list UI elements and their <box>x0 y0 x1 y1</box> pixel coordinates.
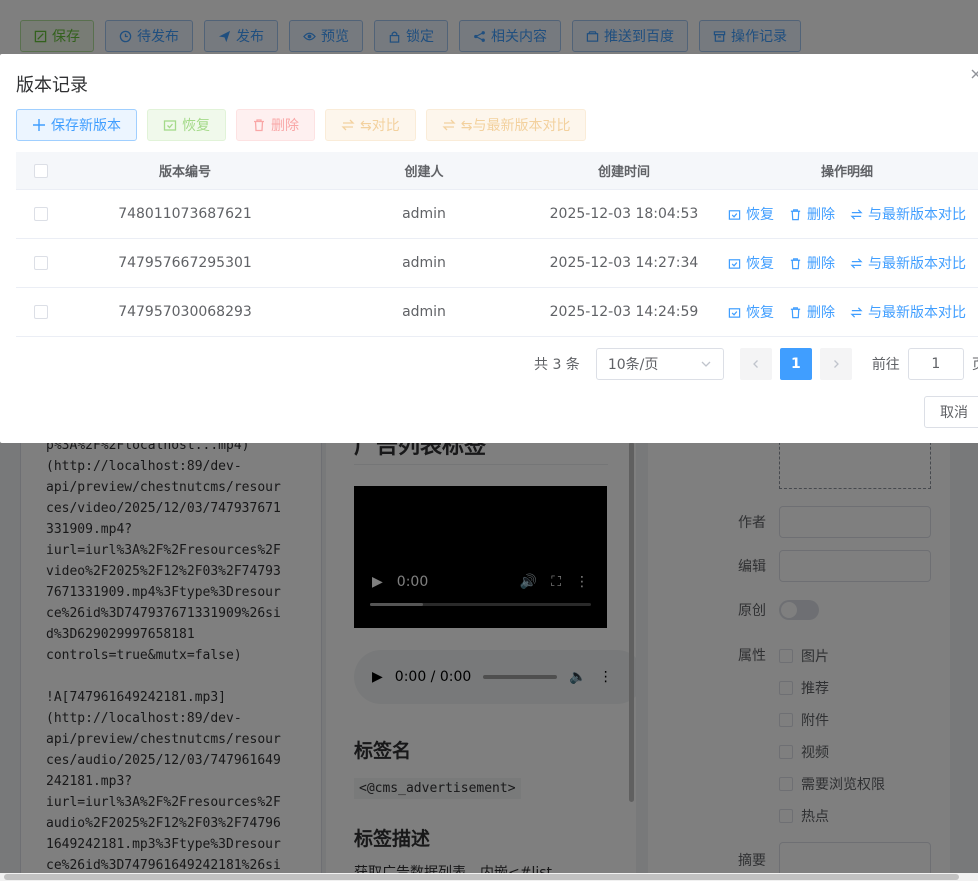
swap-icon <box>442 119 456 131</box>
row-id: 747957667295301 <box>118 255 252 271</box>
row-restore-link[interactable]: 恢复 <box>728 253 774 273</box>
compare-latest-label: ⇆与最新版本对比 <box>460 118 571 134</box>
select-all-checkbox[interactable] <box>34 163 48 178</box>
table-row[interactable]: 748011073687621 admin 2025-12-03 18:04:5… <box>16 190 978 239</box>
table-row[interactable]: 747957667295301 admin 2025-12-03 14:27:3… <box>16 239 978 288</box>
row-checkbox[interactable] <box>34 207 48 221</box>
prev-page-button[interactable] <box>739 348 772 380</box>
plus-icon <box>33 119 45 131</box>
swap-icon <box>850 257 863 269</box>
delete-label: 删除 <box>271 118 299 134</box>
row-time: 2025-12-03 18:04:53 <box>549 206 699 222</box>
row-creator: admin <box>402 304 446 320</box>
row-time: 2025-12-03 14:24:59 <box>549 304 699 320</box>
delete-button[interactable]: 删除 <box>236 109 315 141</box>
version-dialog: 版本记录 保存新版本 恢复 删除 ⇆对比 ⇆与最新版本对比 版本编号 创建人 创… <box>0 54 978 443</box>
row-creator: admin <box>402 206 446 222</box>
save-new-version-label: 保存新版本 <box>51 118 121 134</box>
row-compare-latest-link[interactable]: 与最新版本对比 <box>850 253 966 273</box>
table-header: 版本编号 创建人 创建时间 操作明细 <box>16 152 978 190</box>
restore-icon <box>728 307 741 318</box>
save-new-version-button[interactable]: 保存新版本 <box>16 109 137 141</box>
trash-icon <box>790 257 801 269</box>
row-time: 2025-12-03 14:27:34 <box>549 255 699 271</box>
page-size-select[interactable]: 10条/页 <box>595 348 724 380</box>
trash-icon <box>790 208 801 220</box>
restore-icon <box>728 209 741 220</box>
goto-input[interactable]: 1 <box>907 348 964 380</box>
pager-total: 共 3 条 <box>534 357 580 373</box>
swap-icon <box>850 306 863 318</box>
swap-icon <box>341 119 355 131</box>
row-compare-latest-link[interactable]: 与最新版本对比 <box>850 204 966 224</box>
pagination: 共 3 条 10条/页 1 前往 1 页 <box>534 348 978 380</box>
row-checkbox[interactable] <box>34 256 48 270</box>
row-compare-latest-link[interactable]: 与最新版本对比 <box>850 302 966 322</box>
dialog-title: 版本记录 <box>16 75 88 96</box>
compare-label: ⇆对比 <box>360 118 400 134</box>
col-header-id: 版本编号 <box>158 165 211 180</box>
version-table: 版本编号 创建人 创建时间 操作明细 748011073687621 admin… <box>16 152 978 337</box>
row-restore-link[interactable]: 恢复 <box>728 204 774 224</box>
trash-icon <box>254 119 264 132</box>
cancel-button[interactable]: 取消 <box>924 396 978 428</box>
chevron-down-icon <box>701 361 711 367</box>
trash-icon <box>790 306 801 318</box>
col-header-creator: 创建人 <box>404 165 444 180</box>
page-number-current[interactable]: 1 <box>779 348 812 380</box>
row-id: 748011073687621 <box>118 206 252 222</box>
row-creator: admin <box>402 255 446 271</box>
row-id: 747957030068293 <box>118 304 252 320</box>
compare-button[interactable]: ⇆对比 <box>325 109 416 141</box>
row-delete-link[interactable]: 删除 <box>789 302 835 322</box>
table-row[interactable]: 747957030068293 admin 2025-12-03 14:24:5… <box>16 288 978 337</box>
restore-button[interactable]: 恢复 <box>147 109 226 141</box>
dialog-actions: 保存新版本 恢复 删除 ⇆对比 ⇆与最新版本对比 <box>16 109 587 141</box>
row-delete-link[interactable]: 删除 <box>789 204 835 224</box>
next-page-button[interactable] <box>819 348 852 380</box>
page-jump: 前往 1 页 <box>872 348 978 380</box>
horizontal-scrollbar[interactable] <box>0 873 978 881</box>
restore-icon <box>163 120 177 131</box>
goto-label: 前往 <box>871 357 900 373</box>
row-checkbox[interactable] <box>34 305 48 319</box>
row-restore-link[interactable]: 恢复 <box>728 302 774 322</box>
close-icon[interactable] <box>968 66 978 82</box>
page-size-value: 10条/页 <box>607 357 659 373</box>
col-header-ops: 操作明细 <box>820 165 873 180</box>
restore-icon <box>728 258 741 269</box>
col-header-time: 创建时间 <box>597 165 650 180</box>
row-delete-link[interactable]: 删除 <box>789 253 835 273</box>
swap-icon <box>850 208 863 220</box>
compare-latest-button[interactable]: ⇆与最新版本对比 <box>425 109 587 141</box>
chevron-left-icon <box>752 360 758 368</box>
page-suffix: 页 <box>972 354 978 374</box>
chevron-right-icon <box>833 360 839 368</box>
restore-label: 恢复 <box>182 118 210 134</box>
